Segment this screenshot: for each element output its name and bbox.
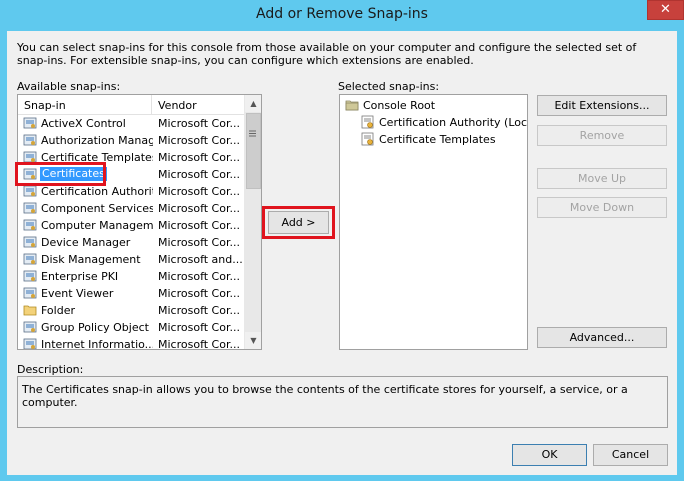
list-item[interactable]: Group Policy Object ... Microsoft Cor... [18, 319, 244, 336]
snapin-name: Enterprise PKI [41, 270, 119, 283]
snapin-vendor: Microsoft Cor... [158, 338, 240, 350]
move-down-button[interactable]: Move Down [537, 197, 667, 218]
scroll-up-icon[interactable]: ▲ [245, 95, 261, 112]
close-button[interactable]: ✕ [647, 0, 684, 20]
snapin-name: ActiveX Control [41, 117, 126, 130]
description-label: Description: [17, 363, 84, 376]
snapin-name: Group Policy Object ... [41, 321, 153, 334]
snapin-vendor: Microsoft Cor... [158, 168, 240, 181]
snapin-vendor: Microsoft Cor... [158, 117, 240, 130]
snapin-vendor: Microsoft and... [158, 253, 243, 266]
snapin-name: Certification Authority [41, 185, 153, 198]
console-root-folder-icon [345, 98, 359, 112]
selected-snapins-label: Selected snap-ins: [338, 80, 440, 93]
cancel-button[interactable]: Cancel [593, 444, 668, 466]
iis-icon [23, 337, 37, 349]
snapin-name: Authorization Manager [41, 134, 153, 147]
list-item[interactable]: Device Manager Microsoft Cor... [18, 234, 244, 251]
column-header-vendor[interactable]: Vendor [153, 95, 244, 114]
scroll-down-icon[interactable]: ▼ [245, 332, 261, 349]
tree-item-label: Certificate Templates [379, 133, 496, 146]
advanced-button[interactable]: Advanced... [537, 327, 667, 348]
list-item[interactable]: Enterprise PKI Microsoft Cor... [18, 268, 244, 285]
dialog-client: You can select snap-ins for this console… [7, 31, 677, 475]
ok-button[interactable]: OK [512, 444, 587, 466]
snapin-name: Folder [41, 304, 75, 317]
snapin-name: Device Manager [41, 236, 131, 249]
remove-button[interactable]: Remove [537, 125, 667, 146]
window-title: Add or Remove Snap-ins [256, 6, 428, 22]
snapin-vendor: Microsoft Cor... [158, 151, 240, 164]
event-viewer-icon [23, 286, 37, 300]
move-up-button[interactable]: Move Up [537, 168, 667, 189]
selected-snapins-tree[interactable]: Console Root Certification Authority (Lo… [339, 94, 528, 350]
snapin-vendor: Microsoft Cor... [158, 321, 240, 334]
snapin-name: Event Viewer [41, 287, 114, 300]
snapin-name: Disk Management [41, 253, 141, 266]
snapin-vendor: Microsoft Cor... [158, 185, 240, 198]
intro-text: You can select snap-ins for this console… [17, 41, 637, 67]
vertical-scrollbar[interactable]: ▲ ▼ [244, 95, 261, 349]
disk-management-icon [23, 252, 37, 266]
list-item[interactable]: Event Viewer Microsoft Cor... [18, 285, 244, 302]
close-icon: ✕ [660, 2, 671, 17]
authorization-icon [23, 133, 37, 147]
column-header-snapin[interactable]: Snap-in [18, 95, 152, 114]
snapin-vendor: Microsoft Cor... [158, 287, 240, 300]
component-services-icon [23, 201, 37, 215]
add-button[interactable]: Add > [268, 211, 329, 234]
description-box: The Certificates snap-in allows you to b… [17, 376, 668, 428]
tree-item-label: Console Root [363, 99, 436, 112]
description-text: The Certificates snap-in allows you to b… [22, 383, 628, 409]
snapin-vendor: Microsoft Cor... [158, 270, 240, 283]
list-item[interactable]: Folder Microsoft Cor... [18, 302, 244, 319]
scroll-grip-icon [249, 130, 256, 137]
snapin-vendor: Microsoft Cor... [158, 202, 240, 215]
snapin-name: Computer Managem... [41, 219, 153, 232]
group-policy-icon [23, 320, 37, 334]
snapin-vendor: Microsoft Cor... [158, 304, 240, 317]
activex-icon [23, 116, 37, 130]
snapin-vendor: Microsoft Cor... [158, 134, 240, 147]
snapin-name: Internet Informatio... [41, 338, 153, 350]
list-header: Snap-in Vendor [18, 95, 244, 115]
enterprise-pki-icon [23, 269, 37, 283]
list-item[interactable]: Disk Management Microsoft and... [18, 251, 244, 268]
certificates-highlight-box [15, 162, 106, 186]
folder-icon [23, 303, 37, 317]
snapin-name: Component Services [41, 202, 153, 215]
snapin-vendor: Microsoft Cor... [158, 219, 240, 232]
tree-item-label: Certification Authority (Local) [379, 116, 528, 129]
title-bar: Add or Remove Snap-ins ✕ [0, 0, 684, 31]
list-item[interactable]: Authorization Manager Microsoft Cor... [18, 132, 244, 149]
available-snapins-label: Available snap-ins: [17, 80, 121, 93]
certificate-templates-icon [361, 132, 375, 146]
available-snapins-list[interactable]: Snap-in Vendor ActiveX Control Microsoft … [17, 94, 262, 350]
edit-extensions-button[interactable]: Edit Extensions... [537, 95, 667, 116]
snapin-vendor: Microsoft Cor... [158, 236, 240, 249]
list-item[interactable]: Internet Informatio... Microsoft Cor... [18, 336, 244, 350]
device-manager-icon [23, 235, 37, 249]
scroll-thumb[interactable] [246, 113, 261, 189]
certification-authority-icon [23, 184, 37, 198]
computer-management-icon [23, 218, 37, 232]
list-item[interactable]: Component Services Microsoft Cor... [18, 200, 244, 217]
list-item[interactable]: ActiveX Control Microsoft Cor... [18, 115, 244, 132]
list-item[interactable]: Computer Managem... Microsoft Cor... [18, 217, 244, 234]
certification-authority-icon [361, 115, 375, 129]
available-rows: ActiveX Control Microsoft Cor... Authoriza… [18, 115, 244, 350]
